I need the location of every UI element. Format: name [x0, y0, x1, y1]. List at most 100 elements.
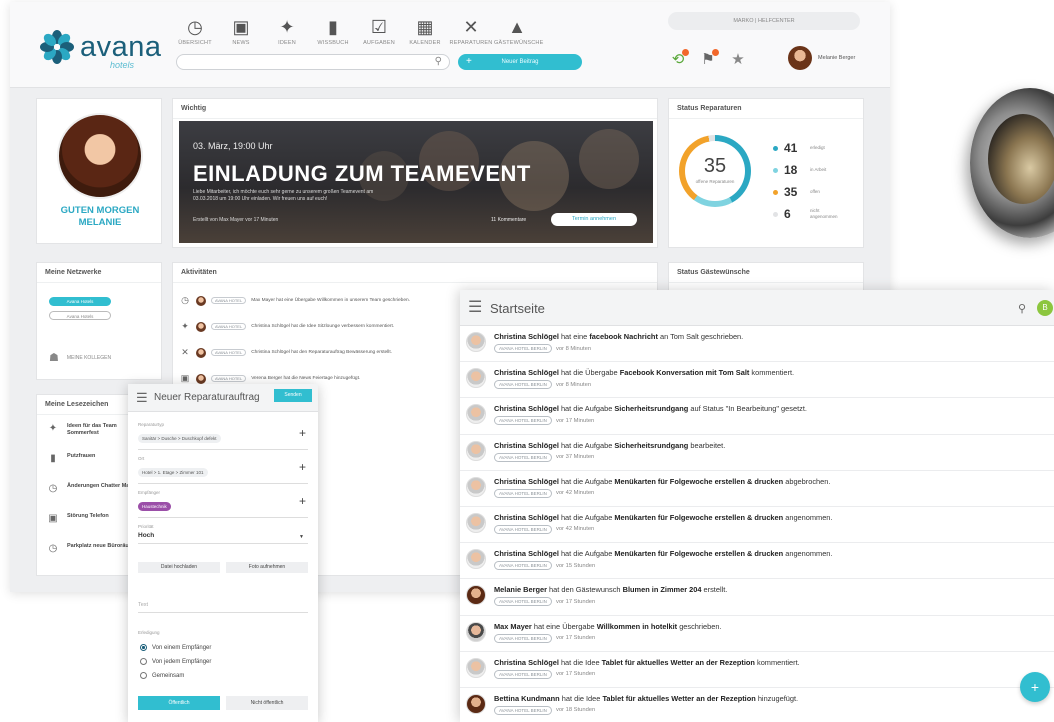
feed-item[interactable]: Christina Schlögel hat die Übergabe Face…	[460, 362, 1054, 399]
field-underline	[138, 517, 308, 518]
feed-verb: hat die Aufgabe	[558, 440, 615, 450]
avana-logo[interactable]: avana	[40, 30, 162, 64]
radio-icon[interactable]	[140, 672, 147, 679]
take-photo-button[interactable]: Foto aufnehmen	[226, 562, 308, 573]
nav-item-6[interactable]: ✕ REPARATUREN	[448, 16, 494, 46]
upload-file-button[interactable]: Datei hochladen	[138, 562, 220, 573]
field-chip[interactable]: Haustechnik	[138, 502, 171, 511]
feed-item[interactable]: Max Mayer hat eine Übergabe Willkommen i…	[460, 616, 1054, 652]
feed-item[interactable]: Bettina Kundmann hat die Idee Tablet für…	[460, 688, 1054, 722]
public-button[interactable]: Öffentlich	[138, 696, 220, 710]
feed-text: Bettina Kundmann hat die Idee Tablet für…	[494, 694, 798, 703]
not-public-button[interactable]: Nicht öffentlich	[226, 696, 308, 710]
send-button[interactable]: Senden	[274, 389, 312, 402]
feed-item[interactable]: Christina Schlögel hat die Aufgabe Menük…	[460, 471, 1054, 507]
nav-item-0[interactable]: ◷ ÜBERSICHT	[172, 16, 218, 46]
repair-stat-row: 18 in Arbeit	[773, 163, 840, 177]
network-primary[interactable]: Avana Hotels	[49, 297, 111, 306]
user-avatar[interactable]	[788, 46, 812, 70]
feed-object: Menükarten für Folgewoche erstellen & dr…	[614, 476, 784, 486]
nav-item-3[interactable]: ▮ WISSBUCH	[310, 16, 356, 46]
search-input[interactable]: ⚲	[176, 54, 450, 70]
nav-item-7[interactable]: ▲ GÄSTEWÜNSCHE	[494, 16, 543, 46]
feed-item[interactable]: Christina Schlögel hat die Aufgabe Siche…	[460, 398, 1054, 435]
nav-item-4[interactable]: ☑ AUFGABEN	[356, 16, 402, 46]
feed-avatar	[466, 332, 486, 352]
chat-icon: ▣	[180, 373, 190, 383]
completion-option[interactable]: Gemeinsam	[140, 672, 184, 679]
event-banner[interactable]: 03. März, 19:00 Uhr EINLADUNG ZUM TEAMEV…	[179, 121, 653, 243]
activity-row[interactable]: ▣ AVANA HOTEL Verena Berger hat die News F…	[179, 373, 360, 384]
nav-item-1[interactable]: ▣ NEWS	[218, 16, 264, 46]
colleagues-link[interactable]: ☗ MEINE KOLLEGEN	[49, 351, 111, 364]
feed-actor: Christina Schlögel	[494, 657, 559, 667]
feed-avatar	[466, 476, 486, 497]
repair-stat-value: 35	[784, 185, 798, 199]
nav-item-2[interactable]: ✦ IDEEN	[264, 16, 310, 46]
add-icon[interactable]: +	[299, 494, 306, 508]
completion-option[interactable]: Von einem Empfänger	[140, 644, 211, 651]
radio-icon[interactable]	[140, 658, 147, 665]
refresh-notifications-icon[interactable]: ⟲	[670, 49, 689, 68]
activity-text: Christina Schlögel hat die Idee Sitzloun…	[251, 324, 395, 329]
search-icon[interactable]: ⚲	[1018, 302, 1026, 315]
accept-event-button[interactable]: Termin annehmen	[551, 213, 637, 226]
feed-item[interactable]: Christina Schlögel hat eine facebook Nac…	[460, 326, 1054, 363]
startseite-title: Startseite	[490, 301, 545, 316]
tools-icon: ✕	[181, 347, 189, 357]
menu-icon[interactable]: ☰	[468, 299, 482, 317]
feed-item[interactable]: Christina Schlögel hat die Idee Tablet f…	[460, 652, 1054, 688]
people-icon: ☗	[49, 352, 59, 364]
repair-stat-row: 6 nicht angenommen	[773, 207, 840, 221]
feed-item[interactable]: Christina Schlögel hat die Aufgabe Siche…	[460, 435, 1054, 471]
feed-meta: AVANA HOTEL BERLIN vor 17 Stunden	[494, 633, 595, 643]
network-secondary[interactable]: Avana Hotels	[49, 311, 111, 320]
text-input[interactable]: Text	[138, 602, 308, 613]
repair-stat-label: erledigt	[810, 145, 825, 150]
activity-text: Christina Schlögel hat den Reparaturauft…	[251, 350, 392, 355]
activity-row[interactable]: ✕ AVANA HOTEL Christina Schlögel hat den R…	[179, 347, 392, 358]
feed-text: Max Mayer hat eine Übergabe Willkommen i…	[494, 622, 722, 631]
add-fab-button[interactable]: +	[1020, 672, 1050, 702]
hotel-tag: AVANA HOTEL BERLIN	[494, 597, 552, 607]
feed-meta: AVANA HOTEL BERLIN vor 42 Minuten	[494, 524, 594, 534]
feed-actor: Christina Schlögel	[494, 332, 559, 341]
repair-stat-value: 6	[784, 207, 791, 221]
feed-item[interactable]: Christina Schlögel hat die Aufgabe Menük…	[460, 507, 1054, 544]
form-field[interactable]: Ort Hotel > 1. Etage > Zimmer 101 +	[138, 456, 308, 484]
activity-row[interactable]: ✦ AVANA HOTEL Christina Schlögel hat die I…	[179, 321, 394, 332]
repair-stat-label: offen	[810, 189, 820, 194]
hotel-tag: AVANA HOTEL BERLIN	[494, 524, 552, 534]
account-avatar[interactable]: B	[1037, 300, 1053, 316]
feed-suffix: bearbeitet.	[688, 440, 726, 450]
networks-card: Meine Netzwerke Avana Hotels Avana Hotel…	[36, 262, 162, 380]
add-icon[interactable]: +	[299, 426, 306, 440]
feed-avatar	[466, 549, 486, 570]
new-post-button[interactable]: + Neuer Beitrag	[458, 54, 582, 70]
feed-meta: AVANA HOTEL BERLIN vor 18 Stunden	[494, 705, 595, 715]
event-comments[interactable]: 11 Kommentare	[491, 217, 526, 223]
completion-option[interactable]: Von jedem Empfänger	[140, 658, 211, 665]
feed-time: vor 17 Stunden	[555, 598, 596, 605]
form-field[interactable]: Empfänger Haustechnik +	[138, 490, 308, 518]
feed-time: vor 8 Minuten	[555, 381, 592, 388]
star-icon[interactable]: ★	[730, 52, 746, 68]
hotel-tag: AVANA HOTEL	[211, 349, 247, 356]
user-name[interactable]: Melanie Berger	[818, 55, 855, 61]
priority-select[interactable]: Priorität Hoch ▼	[138, 524, 308, 544]
profile-photo	[57, 113, 143, 199]
feed-item[interactable]: Christina Schlögel hat die Aufgabe Menük…	[460, 543, 1054, 580]
nav-item-label: IDEEN	[278, 40, 296, 46]
form-field[interactable]: Reparaturtyp Sanitär > Dusche > Duschkopf…	[138, 422, 308, 450]
field-chip[interactable]: Sanitär > Dusche > Duschkopf defekt	[138, 434, 221, 443]
nav-item-5[interactable]: ▦ KALENDER	[402, 16, 448, 46]
feed-item[interactable]: Melanie Berger hat den Gästewunsch Blume…	[460, 579, 1054, 616]
field-chip[interactable]: Hotel > 1. Etage > Zimmer 101	[138, 468, 208, 477]
hotel-selector[interactable]: MARKO | HELFCENTER	[668, 12, 860, 30]
activity-row[interactable]: ◷ AVANA HOTEL Max Mayer hat eine Übergabe …	[179, 295, 410, 306]
radio-icon[interactable]	[140, 644, 147, 651]
menu-icon[interactable]: ☰	[136, 390, 148, 406]
add-icon[interactable]: +	[299, 460, 306, 474]
flag-notifications-icon[interactable]: ⚑	[700, 49, 719, 68]
chat-icon: ▣	[232, 17, 250, 37]
